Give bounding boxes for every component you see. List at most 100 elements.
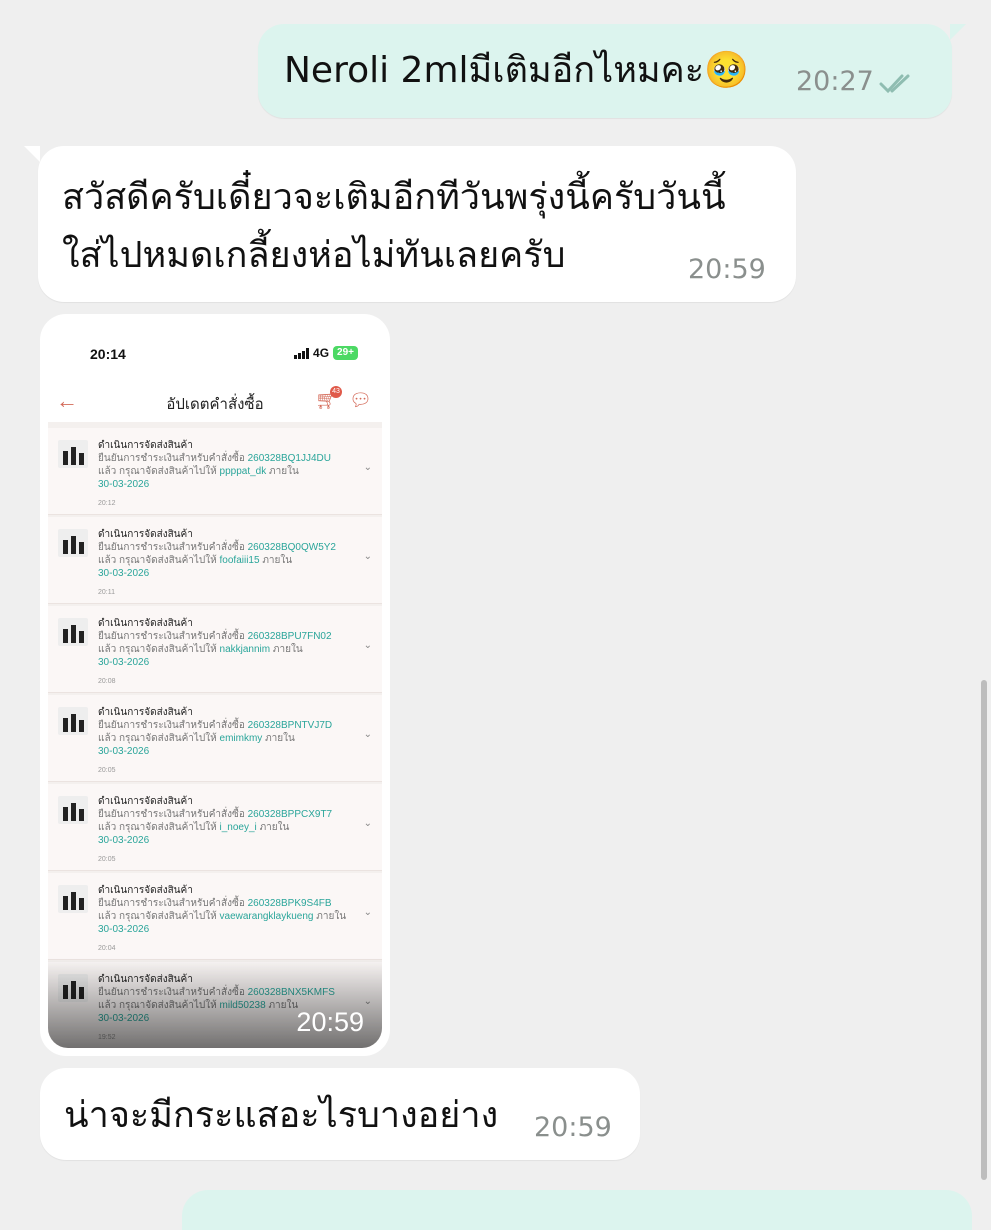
- order-title: ดำเนินการจัดส่งสินค้า: [98, 885, 193, 896]
- order-text: ยืนยันการชำระเงินสำหรับคำสั่งซื้อ: [98, 542, 245, 553]
- message-time: 20:59: [688, 254, 766, 285]
- order-row[interactable]: ดำเนินการจัดส่งสินค้ายืนยันการชำระเงินสำ…: [48, 606, 382, 693]
- order-time: 20:05: [98, 856, 116, 863]
- order-text: ยืนยันการชำระเงินสำหรับคำสั่งซื้อ: [98, 453, 245, 464]
- message-text: Neroli 2mlมีเติมอีกไหมคะ🥹: [284, 50, 749, 91]
- signal-icon: [294, 347, 310, 359]
- buyer-username[interactable]: emimkmy: [220, 733, 263, 744]
- image-message[interactable]: 20:14 4G 29+ ← อัปเดตคำสั่งซื้อ 🛒︎ 43 💬︎…: [40, 314, 390, 1056]
- chevron-down-icon[interactable]: ⌄: [364, 462, 372, 473]
- message-time: 20:59: [296, 1007, 364, 1037]
- buyer-username[interactable]: foofaiii15: [220, 555, 260, 566]
- buyer-username[interactable]: vaewarangklaykueng: [220, 911, 314, 922]
- order-description: ยืนยันการชำระเงินสำหรับคำสั่งซื้อ 260328…: [98, 719, 360, 758]
- product-thumbnail: [58, 618, 88, 646]
- order-title: ดำเนินการจัดส่งสินค้า: [98, 440, 193, 451]
- chevron-down-icon[interactable]: ⌄: [364, 907, 372, 918]
- chat-icon[interactable]: 💬︎: [349, 390, 372, 411]
- chevron-down-icon[interactable]: ⌄: [364, 640, 372, 651]
- message-time: 20:59: [534, 1112, 612, 1143]
- order-id-link[interactable]: 260328BPU7FN02: [248, 631, 332, 642]
- order-text: ภายใน: [269, 466, 299, 477]
- order-text: ภายใน: [265, 733, 295, 744]
- order-id-link[interactable]: 260328BQ1JJ4DU: [248, 453, 331, 464]
- order-text: ยืนยันการชำระเงินสำหรับคำสั่งซื้อ: [98, 809, 245, 820]
- incoming-message[interactable]: น่าจะมีกระแสอะไรบางอย่าง 20:59: [40, 1068, 640, 1160]
- nav-bar: ← อัปเดตคำสั่งซื้อ 🛒︎ 43 💬︎: [48, 382, 382, 422]
- order-text: แล้ว กรุณาจัดส่งสินค้าไปให้: [98, 733, 217, 744]
- message-text: น่าจะมีกระแสอะไรบางอย่าง: [64, 1095, 499, 1136]
- ship-by-date: 30-03-2026: [98, 924, 150, 935]
- order-time: 20:11: [98, 589, 115, 596]
- order-description: ยืนยันการชำระเงินสำหรับคำสั่งซื้อ 260328…: [98, 541, 360, 580]
- order-description: ยืนยันการชำระเงินสำหรับคำสั่งซื้อ 260328…: [98, 630, 360, 669]
- order-text: แล้ว กรุณาจัดส่งสินค้าไปให้: [98, 555, 217, 566]
- order-row[interactable]: ดำเนินการจัดส่งสินค้ายืนยันการชำระเงินสำ…: [48, 784, 382, 871]
- network-label: 4G: [313, 346, 330, 360]
- order-time: 20:08: [98, 678, 116, 685]
- order-text: ภายใน: [262, 555, 293, 566]
- order-text: แล้ว กรุณาจัดส่งสินค้าไปให้: [98, 911, 217, 922]
- order-text: แล้ว กรุณาจัดส่งสินค้าไปให้: [98, 822, 217, 833]
- product-thumbnail: [58, 440, 88, 468]
- chevron-down-icon[interactable]: ⌄: [364, 729, 372, 740]
- cart-badge: 43: [330, 386, 342, 398]
- ship-by-date: 30-03-2026: [98, 568, 150, 579]
- order-list: ดำเนินการจัดส่งสินค้า ยืนยันการชำระเงินสำ…: [48, 422, 382, 1048]
- order-time: 20:12: [98, 500, 116, 507]
- message-time: 20:27: [796, 66, 874, 97]
- order-id-link[interactable]: 260328BPK9S4FB: [248, 898, 332, 909]
- order-title: ดำเนินการจัดส่งสินค้า: [98, 796, 193, 807]
- product-thumbnail: [58, 707, 88, 735]
- order-text: ภายใน: [259, 822, 290, 833]
- outgoing-message[interactable]: Neroli 2mlมีเติมอีกไหมคะ🥹 20:27: [258, 24, 966, 118]
- ship-by-date: 30-03-2026: [98, 835, 150, 846]
- order-text: ภายใน: [316, 911, 347, 922]
- order-text: ยืนยันการชำระเงินสำหรับคำสั่งซื้อ: [98, 898, 245, 909]
- status-indicators: 4G 29+: [294, 346, 358, 360]
- phone-status-bar: 20:14 4G 29+: [48, 322, 382, 382]
- ship-by-date: 30-03-2026: [98, 746, 150, 757]
- bubble-tail: [24, 146, 40, 162]
- order-row[interactable]: ดำเนินการจัดส่งสินค้ายืนยันการชำระเงินสำ…: [48, 517, 382, 604]
- product-thumbnail: [58, 885, 88, 913]
- battery-icon: 29+: [333, 346, 358, 360]
- order-time: 20:04: [98, 945, 116, 952]
- order-text: ภายใน: [272, 644, 303, 655]
- message-text-line: สวัสดีครับเดี๋ยวจะเติมอีกทีวันพรุ่งนี้คร…: [62, 177, 726, 218]
- incoming-message[interactable]: สวัสดีครับเดี๋ยวจะเติมอีกทีวันพรุ่งนี้คร…: [24, 146, 796, 302]
- order-row[interactable]: ดำเนินการจัดส่งสินค้ายืนยันการชำระเงินสำ…: [48, 695, 382, 782]
- ship-by-date: 30-03-2026: [98, 657, 150, 668]
- order-text: แล้ว กรุณาจัดส่งสินค้าไปให้: [98, 466, 217, 477]
- chevron-down-icon[interactable]: ⌄: [364, 551, 372, 562]
- order-time: 20:05: [98, 767, 116, 774]
- embedded-screenshot[interactable]: 20:14 4G 29+ ← อัปเดตคำสั่งซื้อ 🛒︎ 43 💬︎…: [48, 322, 382, 1048]
- bubble-tail: [950, 24, 966, 40]
- order-id-link[interactable]: 260328BPNTVJ7D: [248, 720, 333, 731]
- order-id-link[interactable]: 260328BPPCX9T7: [248, 809, 333, 820]
- message-text-line: ใส่ไปหมดเกลี้ยงห่อไม่ทันเลยครับ: [62, 235, 566, 276]
- buyer-username[interactable]: ppppat_dk: [220, 466, 267, 477]
- order-title: ดำเนินการจัดส่งสินค้า: [98, 618, 193, 629]
- order-text: ยืนยันการชำระเงินสำหรับคำสั่งซื้อ: [98, 720, 245, 731]
- outgoing-message-partial[interactable]: [182, 1190, 972, 1230]
- scrollbar[interactable]: [981, 680, 987, 1180]
- order-description: ยืนยันการชำระเงินสำหรับคำสั่งซื้อ 260328…: [98, 897, 360, 936]
- order-id-link[interactable]: 260328BQ0QW5Y2: [248, 542, 336, 553]
- order-title: ดำเนินการจัดส่งสินค้า: [98, 529, 193, 540]
- buyer-username[interactable]: nakkjannim: [220, 644, 271, 655]
- product-thumbnail: [58, 796, 88, 824]
- order-description: ยืนยันการชำระเงินสำหรับคำสั่งซื้อ 260328…: [98, 452, 360, 491]
- ship-by-date: 30-03-2026: [98, 479, 150, 490]
- order-row[interactable]: ดำเนินการจัดส่งสินค้ายืนยันการชำระเงินสำ…: [48, 428, 382, 515]
- buyer-username[interactable]: i_noey_i: [220, 822, 257, 833]
- double-check-icon: [879, 74, 910, 94]
- order-text: แล้ว กรุณาจัดส่งสินค้าไปให้: [98, 644, 217, 655]
- order-text: ยืนยันการชำระเงินสำหรับคำสั่งซื้อ: [98, 631, 245, 642]
- order-description: ยืนยันการชำระเงินสำหรับคำสั่งซื้อ 260328…: [98, 808, 360, 847]
- product-thumbnail: [58, 529, 88, 557]
- status-time: 20:14: [90, 346, 126, 362]
- chevron-down-icon[interactable]: ⌄: [364, 818, 372, 829]
- order-row[interactable]: ดำเนินการจัดส่งสินค้ายืนยันการชำระเงินสำ…: [48, 873, 382, 960]
- order-title: ดำเนินการจัดส่งสินค้า: [98, 707, 193, 718]
